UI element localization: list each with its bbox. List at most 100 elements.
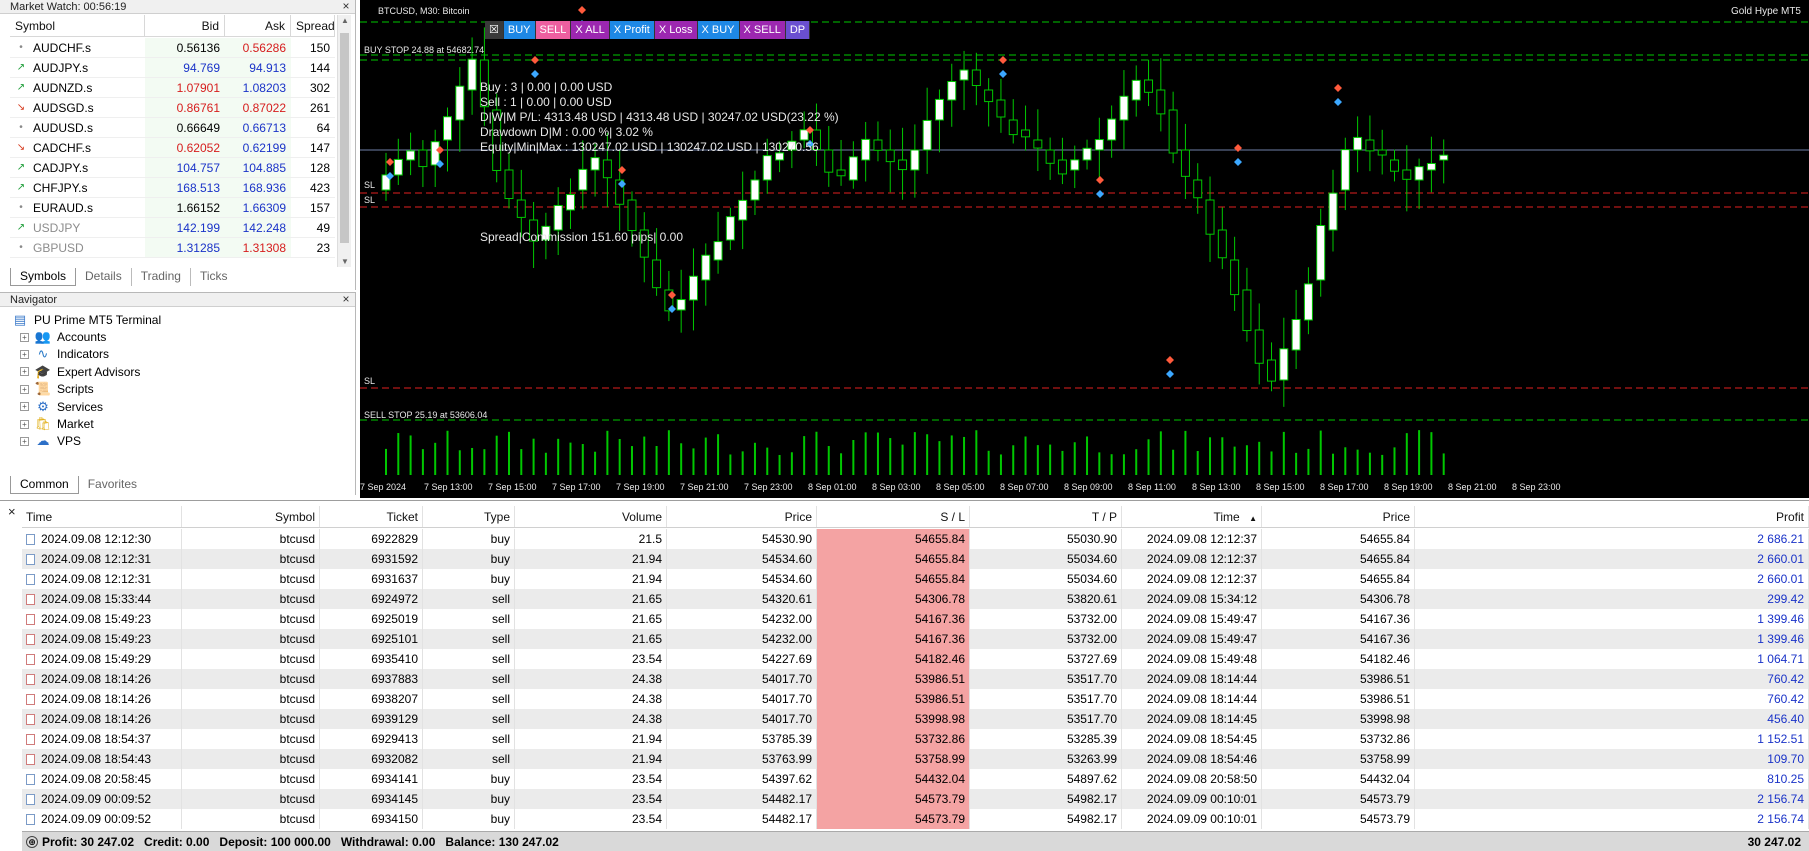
table-row[interactable]: 2024.09.08 18:54:43 btcusd 6932082 sell 21.9… [22, 749, 1809, 769]
scrollbar-thumb[interactable] [340, 33, 349, 243]
cell-sym: btcusd [182, 549, 320, 569]
candle-body [590, 157, 600, 171]
candle-body [1230, 259, 1240, 296]
table-row[interactable]: 2024.09.09 00:09:52 btcusd 6934145 buy 23.54… [22, 789, 1809, 809]
cell-time: 2024.09.08 18:14:26 [22, 669, 182, 689]
column-ticket[interactable]: Ticket [320, 506, 423, 527]
column-s-l[interactable]: S / L [817, 506, 970, 527]
toolbar-button-[interactable]: ☒ [485, 21, 504, 39]
price-chart[interactable]: BTCUSD, M30: Bitcoin Gold Hype MT5 ☒ BUY S… [360, 0, 1809, 498]
market-watch-row[interactable]: ↗ AUDJPY.s 94.769 94.913 144 [10, 58, 335, 78]
chart-canvas[interactable] [360, 0, 1809, 498]
column-spread[interactable]: Spread [291, 15, 335, 36]
market-watch-row[interactable]: ↗ USDJPY 142.199 142.248 49 [10, 218, 335, 238]
expand-icon[interactable]: + [20, 332, 29, 342]
market-watch-row[interactable]: ↗ AUDNZD.s 1.07901 1.08203 302 [10, 78, 335, 98]
cell-time: 2024.09.08 15:33:44 [22, 589, 182, 609]
navigator-item-vps[interactable]: + ☁ VPS [20, 431, 81, 451]
column-time[interactable]: Time ▲ [1122, 506, 1262, 527]
column-ask[interactable]: Ask [225, 15, 291, 36]
table-row[interactable]: 2024.09.08 12:12:30 btcusd 6922829 buy 21.5 5… [22, 529, 1809, 549]
table-row[interactable]: 2024.09.08 15:33:44 btcusd 6924972 sell 21.6… [22, 589, 1809, 609]
column-profit[interactable]: Profit [1415, 506, 1809, 527]
candle-body [1402, 169, 1412, 180]
buy-marker-icon [1096, 190, 1104, 198]
cell-profit: 456.40 [1415, 709, 1809, 729]
toolbar-button-x-all[interactable]: X ALL [571, 21, 610, 39]
column-symbol[interactable]: Symbol [182, 506, 320, 527]
column-volume[interactable]: Volume [515, 506, 667, 527]
tab-common[interactable]: Common [10, 476, 79, 494]
toolbar-button-sell[interactable]: SELL [535, 21, 572, 39]
column-time[interactable]: Time [22, 506, 182, 527]
tab-favorites[interactable]: Favorites [79, 476, 146, 494]
table-row[interactable]: 2024.09.09 00:09:52 btcusd 6934150 buy 23.54… [22, 809, 1809, 829]
column-type[interactable]: Type [423, 506, 515, 527]
table-row[interactable]: 2024.09.08 18:14:26 btcusd 6938207 sell 24.3… [22, 689, 1809, 709]
cell-sym: btcusd [182, 789, 320, 809]
table-row[interactable]: 2024.09.08 18:14:26 btcusd 6937883 sell 24.3… [22, 669, 1809, 689]
cell-profit: 2 660.01 [1415, 569, 1809, 589]
toolbar-button-x-loss[interactable]: X Loss [654, 21, 698, 39]
toolbar-button-x-buy[interactable]: X BUY [697, 21, 740, 39]
sell-deal-icon [26, 594, 35, 605]
expand-icon[interactable]: + [20, 367, 29, 377]
market-watch-row[interactable]: • EURAUD.s 1.66152 1.66309 157 [10, 198, 335, 218]
column-bid[interactable]: Bid [145, 15, 225, 36]
table-row[interactable]: 2024.09.08 18:54:37 btcusd 6929413 sell 21.9… [22, 729, 1809, 749]
tab-ticks[interactable]: Ticks [191, 268, 237, 286]
scroll-down-icon[interactable]: ▼ [338, 257, 352, 266]
expand-icon[interactable]: + [20, 402, 29, 412]
column-label: Profit [1775, 510, 1804, 524]
table-row[interactable]: 2024.09.08 15:49:23 btcusd 6925101 sell 21.6… [22, 629, 1809, 649]
table-row[interactable]: 2024.09.08 20:58:45 btcusd 6934141 buy 23.54… [22, 769, 1809, 789]
market-watch-row[interactable]: ↗ CHFJPY.s 168.513 168.936 423 [10, 178, 335, 198]
tab-symbols[interactable]: Symbols [10, 268, 77, 286]
cell-type: buy [423, 789, 515, 809]
ask-cell: 1.66309 [225, 198, 291, 217]
cell-profit: 1 399.46 [1415, 629, 1809, 649]
expand-icon[interactable]: + [20, 436, 29, 446]
spread-cell: 302 [309, 81, 330, 95]
scroll-up-icon[interactable]: ▲ [338, 16, 352, 25]
toolbar-button-buy[interactable]: BUY [503, 21, 536, 39]
market-watch-close-icon[interactable]: × [340, 0, 352, 14]
expand-icon[interactable]: + [20, 384, 29, 394]
market-watch-row[interactable]: • AUDCHF.s 0.56136 0.56286 150 [10, 38, 335, 58]
toolbar-button-x-sell[interactable]: X SELL [739, 21, 786, 39]
table-row[interactable]: 2024.09.08 15:49:23 btcusd 6925019 sell 21.6… [22, 609, 1809, 629]
expand-icon[interactable]: + [20, 419, 29, 429]
trend-down-icon: ↘ [16, 141, 26, 153]
cell-sl: 54167.36 [817, 629, 970, 649]
column-t-p[interactable]: T / P [970, 506, 1122, 527]
market-watch-row[interactable]: • GBPUSD 1.31285 1.31308 23 [10, 238, 335, 258]
toolbar-button-dp[interactable]: DP [785, 21, 811, 39]
candle-body [455, 85, 465, 121]
cell-vol: 21.65 [515, 629, 667, 649]
column-symbol[interactable]: Symbol [10, 15, 145, 36]
table-row[interactable]: 2024.09.08 15:49:29 btcusd 6935410 sell 23.5… [22, 649, 1809, 669]
cell-cprice: 54573.79 [1262, 789, 1415, 809]
sell-deal-icon [26, 614, 35, 625]
cell-cprice: 53986.51 [1262, 669, 1415, 689]
market-watch-row[interactable]: • AUDUSD.s 0.66649 0.66713 64 [10, 118, 335, 138]
table-row[interactable]: 2024.09.08 18:14:26 btcusd 6939129 sell 24.3… [22, 709, 1809, 729]
cell-vol: 21.94 [515, 729, 667, 749]
toolbox-close-icon[interactable]: × [8, 504, 16, 519]
table-row[interactable]: 2024.09.08 12:12:31 btcusd 6931637 buy 21.94… [22, 569, 1809, 589]
market-watch-row[interactable]: ↗ CADJPY.s 104.757 104.885 128 [10, 158, 335, 178]
column-price[interactable]: Price [1262, 506, 1415, 527]
candle-body [688, 275, 698, 301]
market-watch-row[interactable]: ↘ CADCHF.s 0.62052 0.62199 147 [10, 138, 335, 158]
tab-trading[interactable]: Trading [132, 268, 191, 286]
tab-details[interactable]: Details [76, 268, 132, 286]
expand-icon[interactable]: + [20, 349, 29, 359]
navigator-close-icon[interactable]: × [340, 293, 352, 307]
summary-icon: ⊕ [26, 835, 38, 848]
market-watch-scrollbar[interactable]: ▲ ▼ [337, 15, 351, 267]
column-price[interactable]: Price [667, 506, 817, 527]
toolbar-button-x-profit[interactable]: X Profit [609, 21, 655, 39]
market-watch-row[interactable]: ↘ AUDSGD.s 0.86761 0.87022 261 [10, 98, 335, 118]
table-row[interactable]: 2024.09.08 12:12:31 btcusd 6931592 buy 21.94… [22, 549, 1809, 569]
cell-profit: 2 660.01 [1415, 549, 1809, 569]
